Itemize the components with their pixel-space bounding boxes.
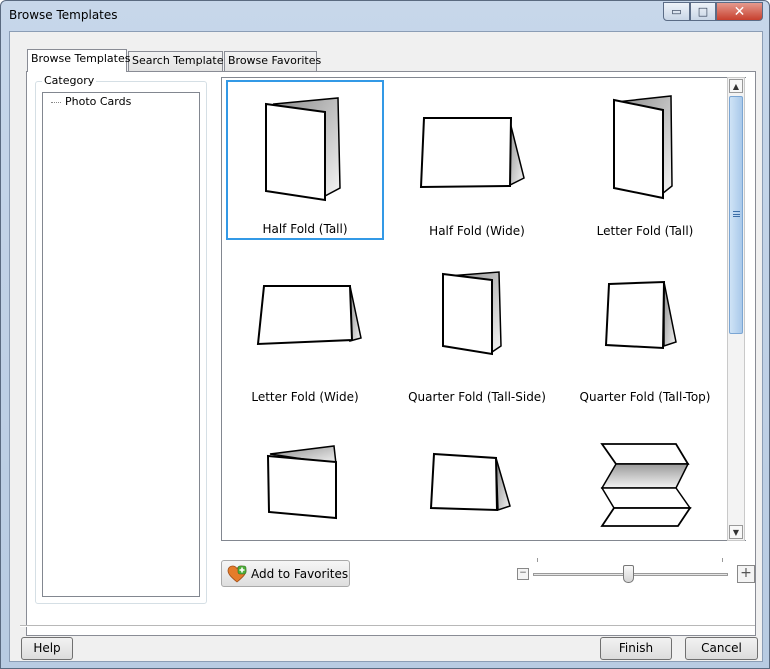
tab-panel: Category Photo Cards Half Fold (Tall) Ha… [26, 71, 756, 636]
template-label: Quarter Fold (Tall-Side) [408, 390, 546, 404]
minimize-button[interactable]: ▭ [663, 2, 690, 21]
half-fold-wide-icon [419, 117, 525, 189]
template-tile[interactable] [226, 412, 384, 540]
template-label: Letter Fold (Tall) [596, 224, 694, 238]
footer-divider [20, 625, 755, 627]
template-label: Half Fold (Wide) [429, 224, 525, 238]
template-tile[interactable]: Quarter Fold (Tall-Side) [398, 246, 556, 406]
dialog-body: Browse Templates Search Templates Browse… [9, 31, 763, 662]
template-tile[interactable]: Half Fold (Wide) [398, 80, 556, 240]
tab-search-templates[interactable]: Search Templates [128, 51, 229, 71]
template-label: Half Fold (Tall) [262, 222, 348, 236]
zoom-in-icon[interactable]: + [737, 565, 755, 583]
template-label: Letter Fold (Wide) [251, 390, 359, 404]
template-tile[interactable] [398, 412, 556, 540]
add-to-favorites-label: Add to Favorites [251, 566, 349, 581]
tab-browse-templates[interactable]: Browse Templates [27, 49, 130, 72]
accordion-fold-icon [600, 443, 692, 527]
quarter-fold-tall-side-icon [442, 271, 502, 356]
grip-icon [733, 211, 740, 217]
quarter-fold-tall-top-icon [604, 280, 677, 350]
tree-connector [51, 102, 61, 103]
template-tile[interactable]: Letter Fold (Tall) [566, 80, 724, 240]
heart-plus-icon [227, 565, 247, 583]
slider-tick [537, 558, 538, 562]
help-button[interactable]: Help [21, 637, 73, 660]
category-label: Category [42, 74, 97, 87]
template-scrollbar[interactable]: ▲ ▼ [727, 77, 745, 541]
template-label: Quarter Fold (Tall-Top) [579, 390, 711, 404]
category-tree[interactable]: Photo Cards [42, 92, 200, 597]
scroll-down-arrow-icon[interactable]: ▼ [729, 525, 743, 539]
letter-fold-tall-icon [613, 95, 673, 200]
window-title: Browse Templates [9, 8, 118, 22]
letter-fold-wide-icon [256, 285, 362, 346]
tree-item-photo-cards[interactable]: Photo Cards [64, 95, 132, 108]
half-fold-tall-icon [265, 97, 341, 202]
category-group: Category Photo Cards [35, 74, 207, 604]
scroll-thumb[interactable] [729, 96, 743, 334]
close-button[interactable]: ✕ [716, 2, 763, 21]
zoom-out-icon[interactable]: − [517, 568, 529, 580]
template-tile[interactable]: Half Fold (Tall) [226, 80, 384, 240]
slider-tick [722, 558, 723, 562]
template-grid: Half Fold (Tall) Half Fold (Wide) Letter… [221, 77, 746, 541]
template-tile[interactable]: Quarter Fold (Tall-Top) [566, 246, 724, 406]
zoom-slider-thumb[interactable] [623, 565, 634, 583]
add-to-favorites-button[interactable]: Add to Favorites [221, 560, 350, 587]
tab-browse-favorites[interactable]: Browse Favorites [224, 51, 321, 71]
tent-fold-icon [429, 452, 511, 512]
browse-templates-window: Browse Templates ▭ □ ✕ Browse Templates … [0, 0, 770, 669]
template-tile[interactable]: Letter Fold (Wide) [226, 246, 384, 406]
title-bar[interactable]: Browse Templates ▭ □ ✕ [1, 1, 769, 31]
scroll-up-arrow-icon[interactable]: ▲ [729, 79, 743, 93]
template-tile[interactable] [566, 412, 724, 540]
top-fold-tall-icon [266, 445, 337, 520]
cancel-button[interactable]: Cancel [685, 637, 758, 660]
maximize-button[interactable]: □ [690, 2, 716, 21]
finish-button[interactable]: Finish [600, 637, 672, 660]
